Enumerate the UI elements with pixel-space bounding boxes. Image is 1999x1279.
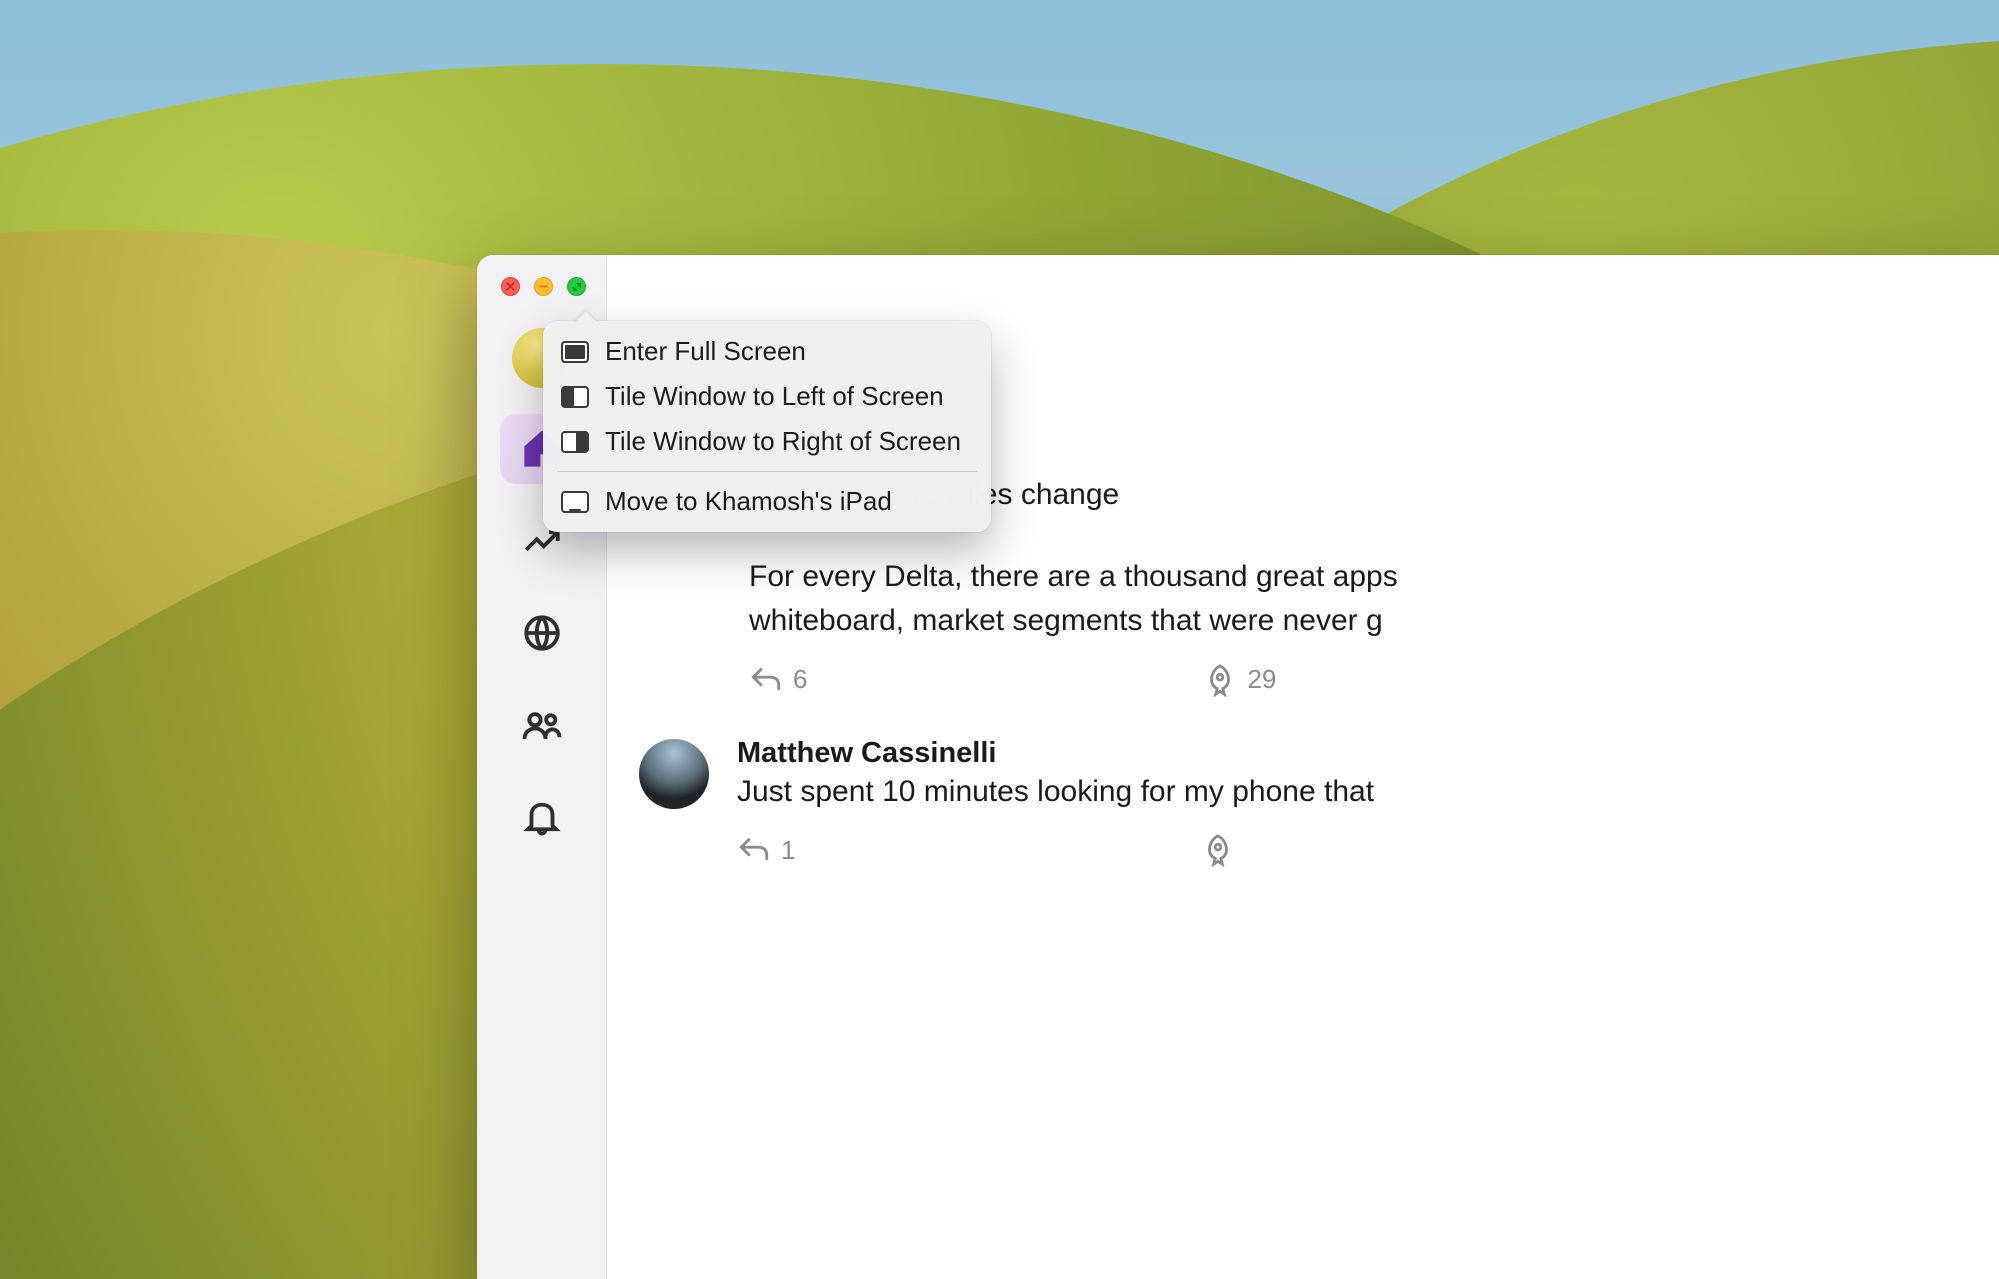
reply-count: 1 <box>781 835 795 866</box>
reply-icon <box>749 663 783 697</box>
reply-icon <box>737 833 771 867</box>
author-name[interactable]: Matthew Cassinelli <box>737 737 1989 770</box>
menu-item-label: Tile Window to Left of Screen <box>605 381 944 412</box>
window-minimize-button[interactable] <box>534 277 553 296</box>
boost-icon <box>1203 663 1237 697</box>
device-icon <box>561 491 589 513</box>
reply-button[interactable]: 6 <box>749 663 807 697</box>
people-icon <box>521 704 563 746</box>
post-text-line: Just spent 10 minutes looking for my pho… <box>737 772 1989 812</box>
tile-right-icon <box>561 431 589 453</box>
boost-button[interactable] <box>1201 833 1245 867</box>
post-actions: 6 29 <box>749 663 1989 697</box>
menu-item-label: Move to Khamosh's iPad <box>605 486 892 517</box>
author-avatar[interactable] <box>639 739 709 809</box>
feed-post[interactable]: Matthew Cassinelli Just spent 10 minutes… <box>639 737 1989 868</box>
reply-button[interactable]: 1 <box>737 833 795 867</box>
bell-icon <box>521 796 563 838</box>
window-controls <box>477 267 586 318</box>
post-text-line: For every Delta, there are a thousand gr… <box>749 557 1989 597</box>
reply-count: 6 <box>793 664 807 695</box>
boost-button[interactable]: 29 <box>1203 663 1276 697</box>
tile-left-icon <box>561 386 589 408</box>
post-text-line: whiteboard, market segments that were ne… <box>749 601 1989 641</box>
boost-count: 29 <box>1247 664 1276 695</box>
menu-item-move-to-device[interactable]: Move to Khamosh's iPad <box>551 479 983 524</box>
menu-separator <box>557 471 977 472</box>
menu-item-label: Enter Full Screen <box>605 336 806 367</box>
sidebar-item-mentions[interactable] <box>500 690 584 760</box>
menu-pointer <box>574 311 598 323</box>
boost-icon <box>1201 833 1235 867</box>
menu-item-enter-full-screen[interactable]: Enter Full Screen <box>551 329 983 374</box>
post-actions: 1 <box>737 833 1989 867</box>
window-zoom-button[interactable] <box>567 277 586 296</box>
window-close-button[interactable] <box>501 277 520 296</box>
menu-item-label: Tile Window to Right of Screen <box>605 426 961 457</box>
menu-item-tile-right[interactable]: Tile Window to Right of Screen <box>551 419 983 464</box>
sidebar-item-explore[interactable] <box>500 598 584 668</box>
menu-item-tile-left[interactable]: Tile Window to Left of Screen <box>551 374 983 419</box>
sidebar-item-notifications[interactable] <box>500 782 584 852</box>
globe-icon <box>521 612 563 654</box>
window-zoom-menu: Enter Full Screen Tile Window to Left of… <box>543 321 991 532</box>
fullscreen-icon <box>561 341 589 363</box>
